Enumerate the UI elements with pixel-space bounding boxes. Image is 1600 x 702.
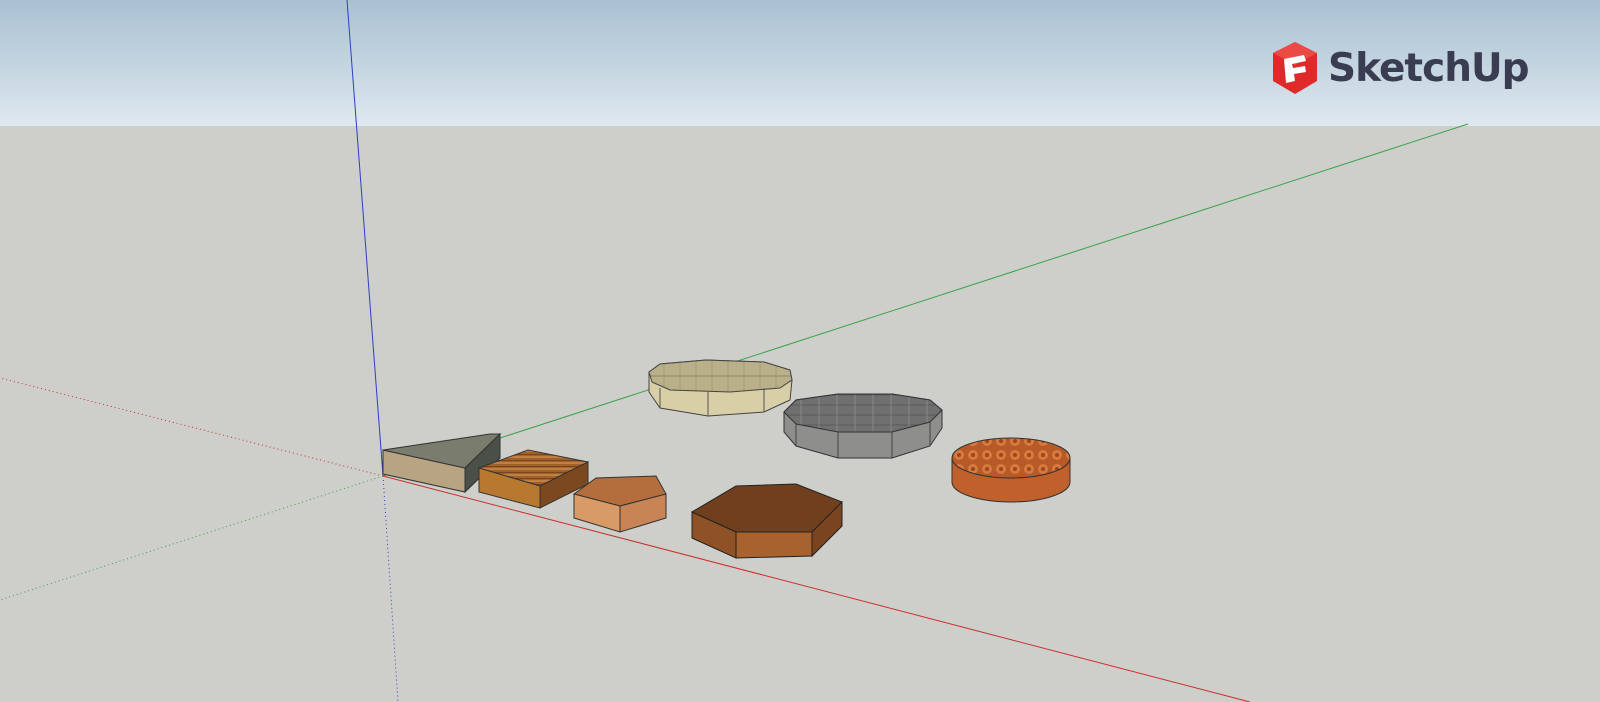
scene-canvas[interactable]	[0, 0, 1600, 702]
green-axis-negative	[0, 475, 384, 601]
round-block[interactable]	[951, 437, 1071, 503]
octagon-block[interactable]	[648, 359, 793, 417]
blue-axis-negative	[382, 475, 399, 702]
red-axis-negative	[0, 377, 384, 477]
brand-logo: SketchUp	[1272, 38, 1530, 98]
dodecagon-block[interactable]	[783, 393, 943, 459]
brand-name: SketchUp	[1328, 45, 1530, 91]
sketchup-logo-icon	[1273, 42, 1317, 94]
model-viewport[interactable]: SketchUp	[0, 0, 1600, 702]
hexagon-block[interactable]	[690, 483, 843, 559]
pentagon-block[interactable]	[572, 475, 667, 533]
blue-axis	[346, 0, 384, 477]
axes	[0, 0, 1469, 702]
